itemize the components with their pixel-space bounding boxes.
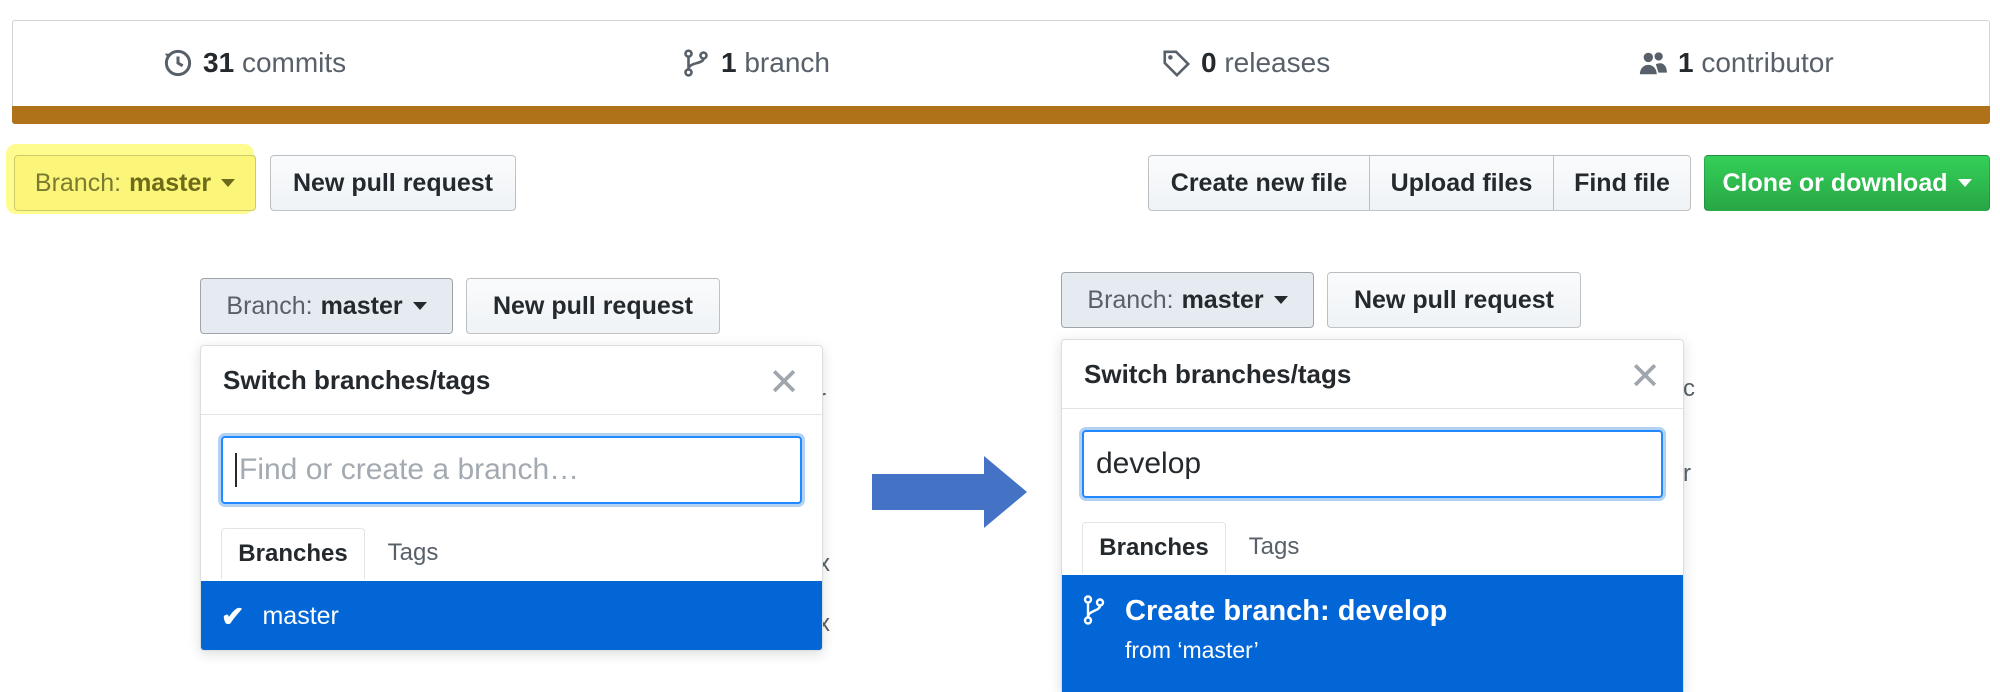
branch-prefix: Branch: xyxy=(1087,285,1174,314)
git-branch-icon xyxy=(684,49,708,77)
branch-name: master xyxy=(129,168,212,197)
branches-label: branch xyxy=(744,47,830,78)
caret-down-icon xyxy=(1957,179,1972,187)
commits-label: commits xyxy=(241,47,347,78)
close-icon[interactable]: ✕ xyxy=(1629,354,1661,399)
dropdown-title: Switch branches/tags xyxy=(1084,358,1352,389)
branch-prefix: Branch: xyxy=(34,168,122,197)
caret-down-icon xyxy=(412,302,427,310)
filter-placeholder: Find or create a branch… xyxy=(239,453,580,486)
find-file-button[interactable]: Find file xyxy=(1553,155,1691,211)
caret-down-icon xyxy=(221,179,236,187)
branch-filter-input[interactable]: develop xyxy=(1082,430,1663,498)
history-icon xyxy=(164,49,192,77)
create-new-file-button[interactable]: Create new file xyxy=(1148,155,1370,211)
commits-stat[interactable]: 31 commits xyxy=(163,47,346,79)
dropdown-title: Switch branches/tags xyxy=(223,364,491,395)
tab-branches[interactable]: Branches xyxy=(221,528,365,579)
dropdown-header: Switch branches/tags ✕ xyxy=(1062,340,1683,409)
repo-stats-bar: 31 commits 1 branch 0 releases 1 contrib… xyxy=(12,20,1990,124)
create-branch-source: from ‘master’ xyxy=(1125,637,1259,663)
background-row-fragment: c xyxy=(1683,375,1695,402)
new-pull-request-button[interactable]: New pull request xyxy=(270,155,516,211)
text-cursor xyxy=(235,453,237,487)
releases-label: releases xyxy=(1224,47,1331,78)
right-branch-select-button[interactable]: Branch: master xyxy=(1061,272,1314,328)
contributors-count: 1 xyxy=(1678,47,1694,78)
tab-tags[interactable]: Tags xyxy=(1224,522,1324,572)
dropdown-header: Switch branches/tags ✕ xyxy=(201,346,822,415)
dropdown-tabs: Branches Tags xyxy=(221,528,822,579)
branches-stat[interactable]: 1 branch xyxy=(681,47,830,79)
clone-label: Clone or download xyxy=(1722,168,1948,197)
branch-item-label: master xyxy=(262,601,339,630)
branch-name: master xyxy=(320,291,403,320)
arrow-right-icon xyxy=(872,456,1027,528)
background-row-fragment: r xyxy=(1683,460,1691,487)
check-icon: ✔ xyxy=(221,600,245,632)
filter-value: develop xyxy=(1096,447,1202,480)
commits-count: 31 xyxy=(203,47,235,78)
create-branch-item[interactable]: Create branch: develop from ‘master’ xyxy=(1062,575,1683,692)
releases-count: 0 xyxy=(1201,47,1217,78)
branch-name: master xyxy=(1181,285,1264,314)
tab-tags[interactable]: Tags xyxy=(363,528,463,578)
right-new-pull-request-button[interactable]: New pull request xyxy=(1327,272,1581,328)
upload-files-button[interactable]: Upload files xyxy=(1369,155,1554,211)
left-branch-select-button[interactable]: Branch: master xyxy=(200,278,453,334)
right-branch-dropdown: Switch branches/tags ✕ develop Branches … xyxy=(1061,339,1684,692)
tag-icon xyxy=(1163,50,1191,78)
contributors-stat[interactable]: 1 contributor xyxy=(1638,47,1834,79)
releases-stat[interactable]: 0 releases xyxy=(1161,47,1330,79)
branch-filter-input[interactable]: Find or create a branch… xyxy=(221,436,802,504)
branches-count: 1 xyxy=(721,47,737,78)
left-new-pull-request-button[interactable]: New pull request xyxy=(466,278,720,334)
close-icon[interactable]: ✕ xyxy=(768,360,800,405)
dropdown-tabs: Branches Tags xyxy=(1082,522,1683,573)
contributors-label: contributor xyxy=(1701,47,1834,78)
create-branch-label: Create branch: develop xyxy=(1125,595,1448,627)
branch-prefix: Branch: xyxy=(226,291,313,320)
clone-or-download-button[interactable]: Clone or download xyxy=(1704,155,1990,211)
branch-select-button[interactable]: Branch: master xyxy=(14,155,256,211)
branch-item-master[interactable]: ✔ master xyxy=(201,581,822,650)
tab-branches[interactable]: Branches xyxy=(1082,522,1226,573)
left-branch-dropdown: Switch branches/tags ✕ Find or create a … xyxy=(200,345,823,651)
people-icon xyxy=(1639,52,1667,75)
caret-down-icon xyxy=(1273,296,1288,304)
git-branch-icon xyxy=(1083,595,1105,625)
language-bar xyxy=(12,106,1990,124)
